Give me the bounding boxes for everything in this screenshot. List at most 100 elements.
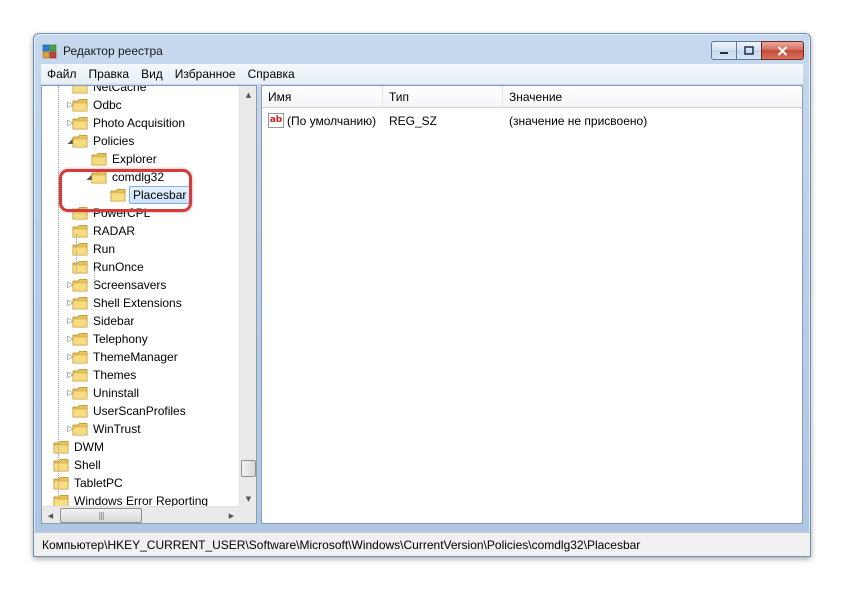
tree-item[interactable]: Placesbar [42,186,240,204]
value-type: REG_SZ [389,114,438,128]
status-path: Компьютер\HKEY_CURRENT_USER\Software\Mic… [42,538,641,552]
tree-item-label: comdlg32 [112,170,165,184]
scroll-corner [239,506,256,523]
tree-horizontal-scrollbar[interactable]: ◀ ||| ▶ [42,506,240,523]
folder-icon [53,441,69,454]
tree-item[interactable]: UserScanProfiles [42,402,240,420]
folder-icon [72,135,88,148]
tree-item[interactable]: Shell [42,456,240,474]
tree-item[interactable]: ▷ Themes [42,366,240,384]
tree-item-label: Uninstall [93,386,140,400]
folder-icon [53,477,69,490]
tree-item[interactable]: ▷ Shell Extensions [42,294,240,312]
tree-item-label: ThemeManager [93,350,178,364]
folder-icon [72,333,88,346]
tree-item-label: Shell Extensions [93,296,182,310]
tree-item[interactable]: ▷ Photo Acquisition [42,114,240,132]
tree-item[interactable]: Explorer [42,150,240,168]
tree-guide-line [76,234,77,274]
tree-item[interactable]: RunOnce [42,258,240,276]
tree-item-label: Themes [93,368,137,382]
tree-item[interactable]: RADAR [42,222,240,240]
menu-file[interactable]: Файл [41,64,83,84]
tree-item-label: Placesbar [129,186,191,204]
menu-view[interactable]: Вид [135,64,169,84]
menu-bar: Файл Правка Вид Избранное Справка [41,64,803,84]
maximize-icon [744,46,754,55]
folder-icon [91,153,107,166]
values-list-pane[interactable]: Имя Тип Значение ab (По умолчанию) REG_S… [261,85,803,524]
title-bar[interactable]: Редактор реестра [34,34,810,64]
tree-hscroll-thumb[interactable]: ||| [60,508,142,523]
minimize-icon [720,51,728,54]
registry-tree[interactable]: NetCache ▷ Odbc ▷ Photo Acquisition ◢ Policies… [42,86,240,507]
tree-item[interactable]: ▷ Odbc [42,96,240,114]
tree-item[interactable]: PowerCPL [42,204,240,222]
tree-item[interactable]: TabletPC [42,474,240,492]
tree-item[interactable]: Windows Error Reporting [42,492,240,507]
tree-item-label: RunOnce [93,260,144,274]
tree-item-label: UserScanProfiles [93,404,186,418]
tree-item[interactable]: Run [42,240,240,258]
folder-icon [72,117,88,130]
registry-editor-window: Редактор реестра Файл Правка Вид Избранн… [33,33,811,557]
column-header-type[interactable]: Тип [383,86,503,108]
folder-icon [72,225,88,238]
tree-guide-line [58,86,59,496]
column-header-value[interactable]: Значение [503,86,802,108]
tree-vscroll-thumb[interactable] [241,460,256,477]
scroll-right-arrow-icon[interactable]: ▶ [223,507,240,523]
folder-icon [72,297,88,310]
folder-icon [72,351,88,364]
tree-item[interactable]: NetCache [42,86,240,96]
tree-item-label: RADAR [93,224,136,238]
folder-icon [72,207,88,220]
tree-item-label: DWM [74,440,104,454]
tree-item[interactable]: ▷ Uninstall [42,384,240,402]
tree-item[interactable]: ▷ Telephony [42,330,240,348]
tree-item[interactable]: ▷ Sidebar [42,312,240,330]
values-list-header: Имя Тип Значение [262,86,802,108]
menu-help[interactable]: Справка [242,64,301,84]
tree-item-label: Photo Acquisition [93,116,186,130]
folder-icon [72,261,88,274]
scroll-down-arrow-icon[interactable]: ▼ [240,490,256,507]
tree-item[interactable]: DWM [42,438,240,456]
tree-item-label: Windows Error Reporting [74,494,209,507]
tree-item[interactable]: ▷ WinTrust [42,420,240,438]
tree-item-label: Shell [74,458,101,472]
tree-item[interactable]: ▷ Screensavers [42,276,240,294]
tree-item[interactable]: ◢ comdlg32 [42,168,240,186]
tree-guide-line [94,270,95,288]
registry-editor-icon [42,44,57,59]
value-row[interactable]: ab (По умолчанию) REG_SZ (значение не пр… [262,112,802,130]
registry-tree-pane[interactable]: NetCache ▷ Odbc ▷ Photo Acquisition ◢ Policies… [41,85,257,524]
close-button[interactable] [761,41,804,60]
menu-edit[interactable]: Правка [83,64,136,84]
tree-item[interactable]: ▷ ThemeManager [42,348,240,366]
caption-buttons [711,41,804,60]
tree-item-label: Odbc [93,98,122,112]
folder-icon [72,369,88,382]
string-value-icon: ab [268,113,284,128]
folder-icon [53,459,69,472]
client-area: NetCache ▷ Odbc ▷ Photo Acquisition ◢ Policies… [41,85,803,524]
window-title: Редактор реестра [63,44,163,58]
scroll-up-arrow-icon[interactable]: ▲ [240,86,256,103]
value-name: (По умолчанию) [287,114,377,128]
tree-item-label: Run [93,242,116,256]
tree-vertical-scrollbar[interactable]: ▲ ▼ [239,86,256,507]
menu-favorites[interactable]: Избранное [169,64,242,84]
folder-icon [72,243,88,256]
minimize-button[interactable] [711,41,737,60]
value-data: (значение не присвоено) [509,114,648,128]
tree-item-label: Policies [93,134,135,148]
column-header-name[interactable]: Имя [262,86,383,108]
tree-item-label: PowerCPL [93,206,151,220]
status-bar: Компьютер\HKEY_CURRENT_USER\Software\Mic… [34,532,810,556]
maximize-button[interactable] [736,41,762,60]
tree-item-label: NetCache [93,86,147,94]
folder-icon [72,405,88,418]
scroll-left-arrow-icon[interactable]: ◀ [42,507,59,523]
tree-item[interactable]: ◢ Policies [42,132,240,150]
